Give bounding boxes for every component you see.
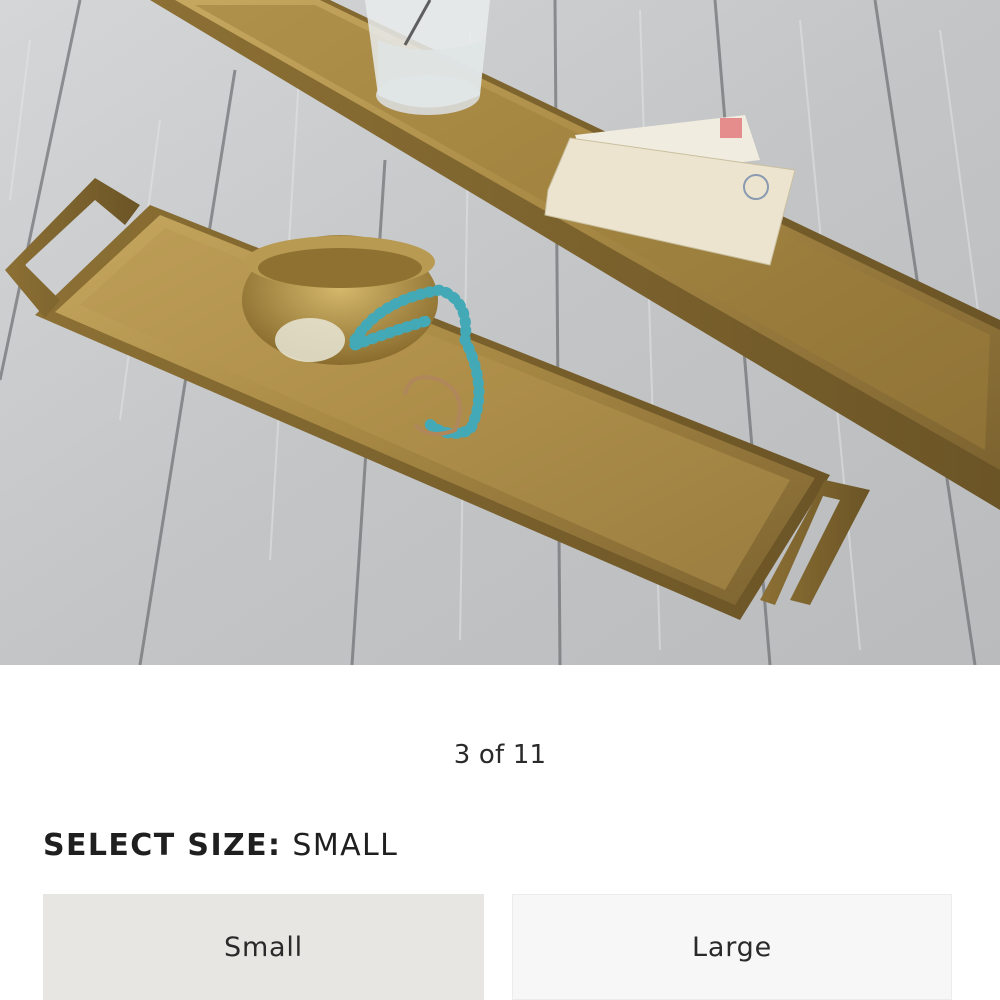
size-option-large[interactable]: Large <box>512 894 952 1000</box>
image-pager-count: 3 of 11 <box>453 740 547 770</box>
select-size-label: SELECT SIZE: <box>43 828 282 863</box>
product-image[interactable] <box>0 0 1000 665</box>
select-size-heading: SELECT SIZE: SMALL <box>43 828 398 863</box>
selected-size-value: SMALL <box>292 828 399 863</box>
size-option-large-label: Large <box>692 931 772 963</box>
size-option-small[interactable]: Small <box>43 894 484 1000</box>
size-option-small-label: Small <box>224 931 303 963</box>
product-detail-page: 3 of 11 SELECT SIZE: SMALL Small Large <box>0 0 1000 1000</box>
